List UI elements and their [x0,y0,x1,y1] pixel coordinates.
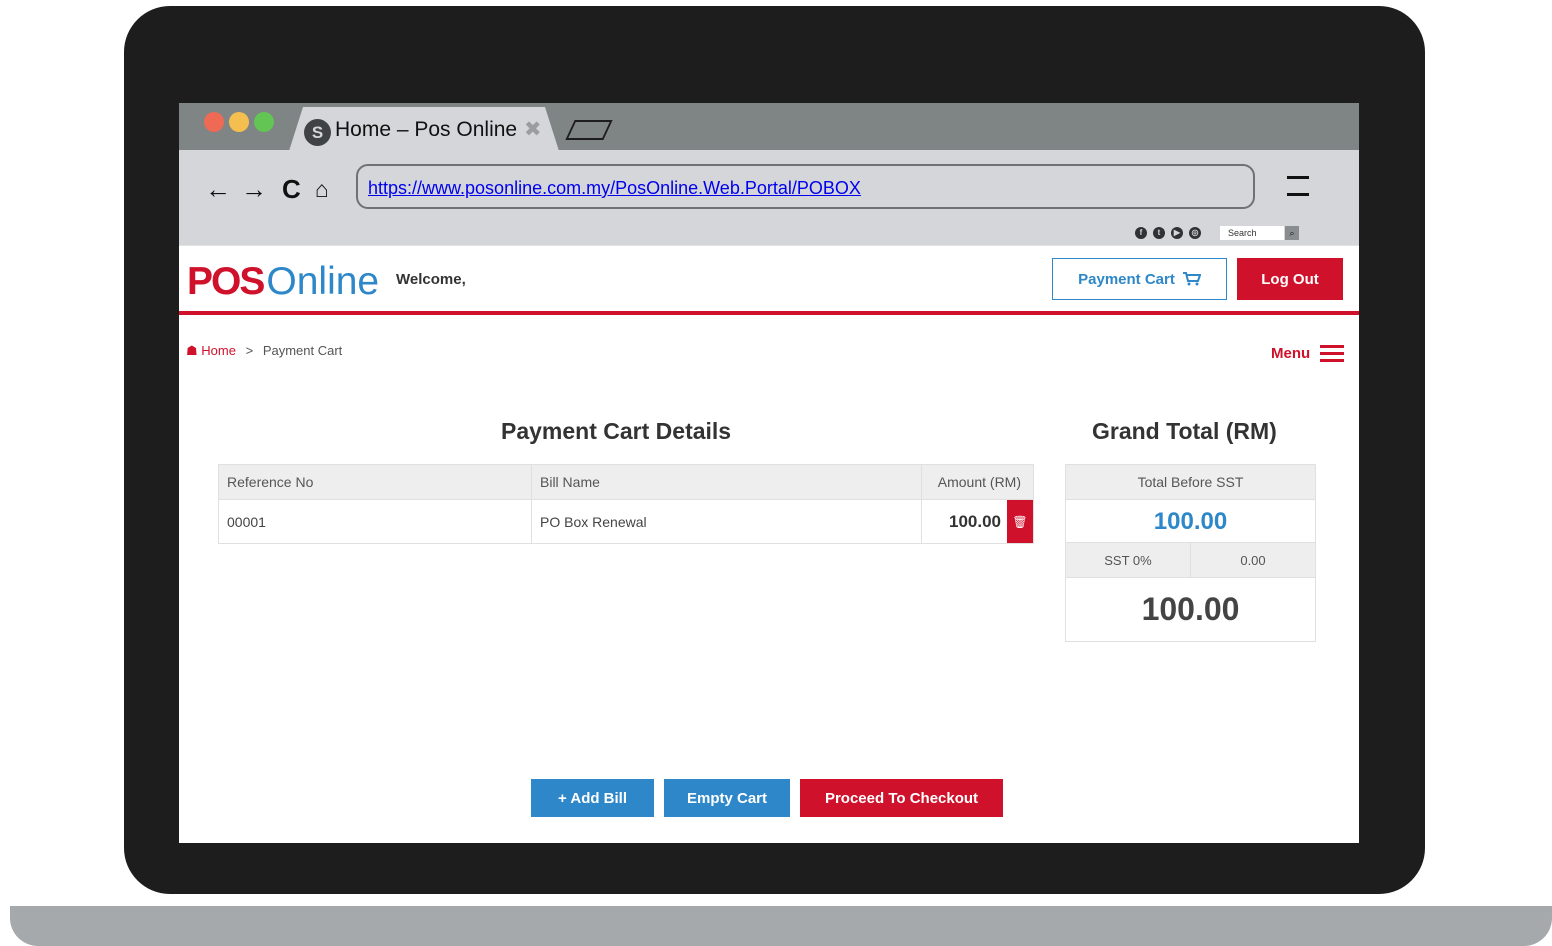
search-icon[interactable]: ⌕ [1285,226,1299,240]
grand-total-title: Grand Total (RM) [1092,418,1277,444]
breadcrumb-home[interactable]: ☗ Home [186,343,236,358]
browser-toolbar: ← → C ⌂ https://www.posonline.com.my/Pos… [179,150,1359,245]
url-text[interactable]: https://www.posonline.com.my/PosOnline.W… [368,178,861,199]
column-header: Amount (RM) [921,464,1034,500]
column-header: Reference No [218,464,532,500]
total-before-sst-value: 100.00 [1066,500,1315,543]
amount-value: 100.00 [949,511,1001,531]
cart-table: Reference No Bill Name Amount (RM) 00001… [218,464,1034,544]
logo-online-text: Online [266,260,380,303]
tab-close-icon[interactable]: ✖ [524,117,542,142]
delete-bill-button[interactable]: 🗑 [1007,500,1033,543]
reference-cell: 00001 [218,499,532,544]
header-divider [179,311,1359,315]
grand-total-value: 100.00 [1066,578,1315,641]
facebook-icon[interactable]: f [1135,227,1147,239]
trash-icon: 🗑 [1012,514,1028,529]
pos-online-logo[interactable]: POSOnline [187,258,379,306]
cart-title: Payment Cart Details [501,418,732,444]
instagram-icon[interactable]: ◎ [1189,227,1201,239]
sst-value: 0.00 [1240,553,1266,568]
tab-title: Home – Pos Online [335,118,518,141]
youtube-icon[interactable]: ▶ [1171,227,1183,239]
window-close-dot[interactable] [204,112,224,132]
cart-table-header: Reference No Bill Name Amount (RM) [218,464,1034,500]
site-menu-button[interactable]: Menu [1271,341,1345,366]
sst-label: SST 0% [1066,543,1191,577]
logo-pos-text: POS [187,260,265,303]
sst-row: SST 0% 0.00 [1066,543,1315,578]
proceed-to-checkout-button[interactable]: Proceed To Checkout [800,779,1003,817]
browser-menu-icon[interactable] [1287,176,1309,210]
table-row: 00001 PO Box Renewal 100.00 🗑 [218,499,1034,544]
url-bar[interactable]: https://www.posonline.com.my/PosOnline.W… [356,164,1255,209]
twitter-icon[interactable]: t [1153,227,1165,239]
laptop-base [10,906,1552,946]
logout-button[interactable]: Log Out [1237,258,1343,300]
breadcrumb-current: Payment Cart [262,343,343,358]
browser-window: S Home – Pos Online ✖ ← → C ⌂ https://ww… [179,103,1359,843]
shopping-cart-icon [1182,272,1201,286]
bill-name-cell: PO Box Renewal [531,499,922,544]
back-arrow-icon[interactable]: ← [205,174,231,204]
breadcrumb-separator: > [245,343,254,358]
column-header: Bill Name [531,464,922,500]
browser-tab-bar: S Home – Pos Online ✖ [179,103,1359,151]
breadcrumb-home-label: Home [201,343,236,358]
add-bill-button[interactable]: + Add Bill [531,779,654,817]
breadcrumb: ☗ Home > Payment Cart [186,343,342,359]
window-maximize-dot[interactable] [254,112,274,132]
totals-panel: Total Before SST 100.00 SST 0% 0.00 100.… [1065,464,1316,642]
payment-cart-button[interactable]: Payment Cart [1052,258,1227,300]
home-icon[interactable]: ⌂ [315,174,329,204]
browser-tab[interactable]: S Home – Pos Online ✖ [289,107,559,151]
site-header: POSOnline Welcome, Payment Cart Log Out [179,245,1359,317]
amount-cell: 100.00 🗑 [921,499,1034,544]
reload-icon[interactable]: C [282,174,301,204]
window-minimize-dot[interactable] [229,112,249,132]
globe-icon: S [304,119,331,146]
payment-cart-label: Payment Cart [1078,270,1175,288]
menu-label: Menu [1271,345,1311,362]
empty-cart-button[interactable]: Empty Cart [664,779,790,817]
welcome-text: Welcome, [396,271,466,288]
total-before-sst-label: Total Before SST [1066,465,1315,500]
forward-arrow-icon[interactable]: → [241,174,267,204]
home-icon: ☗ [186,343,198,358]
hamburger-icon [1320,341,1345,366]
new-tab-button[interactable] [565,120,613,140]
site-search-input[interactable]: Search [1220,226,1284,240]
